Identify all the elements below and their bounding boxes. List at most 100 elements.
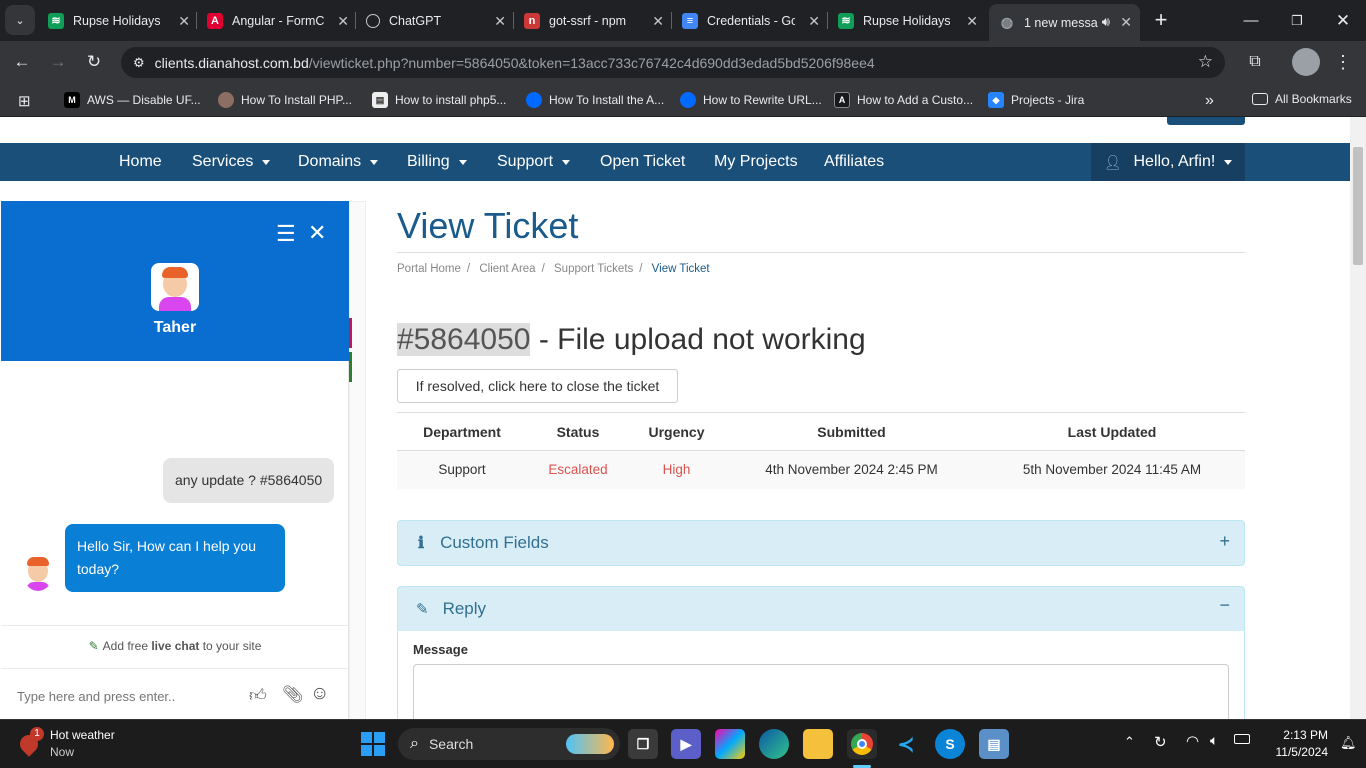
all-bookmarks[interactable]: All Bookmarks (1252, 92, 1352, 106)
bookmark-4[interactable]: How To Install the A... (526, 92, 664, 108)
close-tab-icon[interactable]: ✕ (178, 13, 190, 30)
more-bookmarks-icon[interactable]: » (1205, 92, 1214, 110)
rupse-icon: ≋ (48, 12, 64, 29)
site-info-icon[interactable]: ⚙ (133, 55, 145, 71)
chat-close-icon[interactable]: ✕ (308, 220, 326, 246)
bookmark-star-icon[interactable]: ☆ (1198, 52, 1213, 72)
speaker-icon[interactable]: 🔊︎ (1102, 14, 1110, 30)
start-button[interactable] (359, 730, 387, 758)
bookmark-6[interactable]: A How to Add a Custo... (834, 92, 973, 108)
notes-app-icon[interactable]: ▤ (979, 729, 1009, 759)
close-tab-icon[interactable]: ✕ (1120, 14, 1132, 31)
battery-icon[interactable] (1234, 734, 1250, 744)
forward-button[interactable]: → (43, 47, 73, 77)
tab-3[interactable]: ChatGPT ✕ (356, 0, 514, 41)
chat-promo-link[interactable]: ✎ Add free live chat to your site (1, 639, 349, 653)
close-ticket-button[interactable]: If resolved, click here to close the tic… (397, 369, 678, 403)
sync-icon[interactable]: ↻ (1154, 733, 1167, 751)
breadcrumb-support-tickets[interactable]: Support Tickets (554, 263, 633, 275)
copilot-icon[interactable] (715, 729, 745, 759)
cell-submitted: 4th November 2024 2:45 PM (724, 450, 979, 489)
breadcrumb-client-area[interactable]: Client Area (479, 263, 535, 275)
skype-icon[interactable]: S (935, 729, 965, 759)
chat-input[interactable] (17, 685, 237, 707)
notifications-icon[interactable]: 🔔︎ (1340, 735, 1357, 751)
file-explorer-icon[interactable] (803, 729, 833, 759)
new-tab-button[interactable]: + (1146, 5, 1176, 35)
bookmark-2[interactable]: How To Install PHP... (218, 92, 352, 108)
minimize-button[interactable]: — (1228, 0, 1274, 41)
clock-time[interactable]: 2:13 PM (1262, 728, 1328, 742)
attachment-icon[interactable]: 📎︎ (282, 685, 304, 705)
restore-button[interactable]: ❐ (1274, 0, 1320, 41)
bookmark-5[interactable]: How to Rewrite URL... (680, 92, 822, 108)
weather-title[interactable]: Hot weather (50, 728, 115, 742)
close-tab-icon[interactable]: ✕ (966, 13, 978, 30)
close-tab-icon[interactable]: ✕ (652, 13, 664, 30)
taskbar-search[interactable]: ⌕ Search (398, 728, 620, 760)
scrollbar-thumb[interactable] (1353, 147, 1363, 265)
tab-6[interactable]: ≋ Rupse Holidays ✕ (828, 0, 986, 41)
tab-5[interactable]: ≡ Credentials - Go ✕ (672, 0, 828, 41)
back-button[interactable]: ← (7, 47, 37, 77)
reload-button[interactable]: ↻ (79, 47, 109, 77)
tab-7-active[interactable]: ◍ 1 new messa 🔊︎ ✕ (989, 4, 1140, 41)
nav-support[interactable]: Support (497, 143, 571, 181)
tab-search-icon[interactable]: ⌄ (5, 5, 35, 35)
extensions-icon[interactable]: ⧉ (1240, 47, 1270, 77)
menu-icon[interactable]: ⋮ (1328, 47, 1358, 77)
main-navbar: Home Services Domains Billing Support Op… (0, 143, 1350, 181)
chat-header: ☰ ✕ Taher (1, 201, 349, 361)
nav-my-projects[interactable]: My Projects (714, 143, 798, 181)
nav-home[interactable]: Home (119, 143, 162, 181)
nav-domains[interactable]: Domains (298, 143, 379, 181)
user-menu[interactable]: 👤︎ Hello, Arfin! (1091, 143, 1245, 181)
expand-icon[interactable]: + (1219, 531, 1230, 552)
top-button-edge[interactable] (1167, 117, 1245, 125)
nav-services[interactable]: Services (192, 143, 271, 181)
close-tab-icon[interactable]: ✕ (337, 13, 349, 30)
address-bar[interactable]: ⚙ clients.dianahost.com.bd/viewticket.ph… (121, 47, 1225, 78)
nav-affiliates[interactable]: Affiliates (824, 143, 884, 181)
page-scrollbar[interactable] (1350, 117, 1366, 719)
bookmarks-bar: ⊞ M AWS — Disable UF... How To Install PH… (0, 84, 1366, 117)
caret-down-icon (262, 159, 271, 165)
nav-billing[interactable]: Billing (407, 143, 467, 181)
tab-2[interactable]: A Angular - FormC ✕ (197, 0, 357, 41)
emoji-icon[interactable]: ☺ (310, 683, 329, 705)
close-window-button[interactable]: ✕ (1320, 0, 1366, 41)
teams-icon[interactable]: ▶ (671, 729, 701, 759)
ticket-subject: - File upload not working (530, 323, 866, 356)
reply-panel-header[interactable]: ✎ Reply (398, 587, 1244, 631)
close-tab-icon[interactable]: ✕ (494, 13, 506, 30)
profile-avatar[interactable] (1292, 48, 1320, 76)
edge-icon[interactable] (759, 729, 789, 759)
chevron-up-icon[interactable]: ⌃ (1124, 734, 1135, 750)
livechat-logo-icon: ✎ (88, 639, 99, 653)
volume-icon[interactable]: 🔈︎ (1210, 732, 1218, 749)
nav-open-ticket[interactable]: Open Ticket (600, 143, 685, 181)
thumbs-up-icon[interactable]: 👍︎ (249, 685, 267, 706)
close-tab-icon[interactable]: ✕ (808, 13, 820, 30)
tab-4[interactable]: n got-ssrf - npm ✕ (514, 0, 672, 41)
message-textarea[interactable] (413, 664, 1229, 719)
clock-date[interactable]: 11/5/2024 (1262, 745, 1329, 759)
breadcrumb: Portal Home / Client Area / Support Ticket… (397, 263, 710, 275)
search-highlight-icon (566, 734, 614, 754)
collapse-icon[interactable]: − (1219, 595, 1230, 616)
bookmark-3[interactable]: ▤ How to install php5... (372, 92, 506, 108)
reply-panel: ✎ Reply − Message (397, 586, 1245, 719)
chat-menu-icon[interactable]: ☰ (276, 221, 296, 247)
apps-icon[interactable]: ⊞ (18, 92, 31, 110)
web-page: Home Services Domains Billing Support Op… (0, 117, 1350, 719)
breadcrumb-portal-home[interactable]: Portal Home (397, 263, 461, 275)
chrome-icon[interactable] (847, 729, 877, 759)
custom-fields-panel[interactable]: ℹ Custom Fields + (397, 520, 1245, 566)
agent-message: Hello Sir, How can I help you today? (65, 524, 285, 592)
task-view-icon[interactable]: ❐ (628, 729, 658, 759)
tab-1[interactable]: ≋ Rupse Holidays ✕ (38, 0, 198, 41)
bookmark-7[interactable]: ◆ Projects - Jira (988, 92, 1084, 108)
bookmark-1[interactable]: M AWS — Disable UF... (64, 92, 201, 108)
wifi-icon[interactable]: ◠ (1186, 732, 1199, 750)
vscode-icon[interactable]: ≺ (891, 729, 921, 759)
